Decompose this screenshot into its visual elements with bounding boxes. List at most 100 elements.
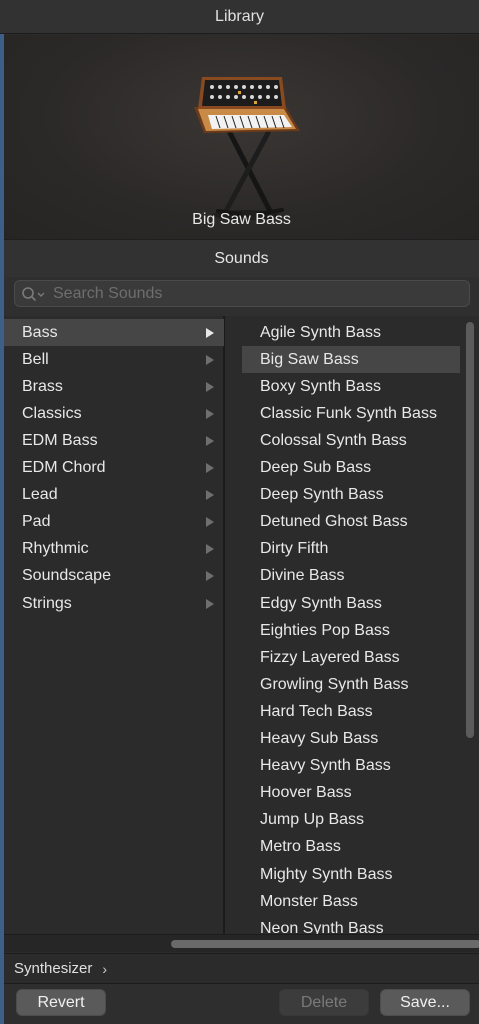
patch-item[interactable]: Mighty Synth Bass — [242, 861, 460, 888]
breadcrumb-label[interactable]: Synthesizer — [14, 960, 92, 977]
category-item[interactable]: Strings — [4, 590, 224, 617]
triangle-right-icon — [206, 463, 214, 473]
category-item[interactable]: Rhythmic — [4, 536, 224, 563]
patch-label: Big Saw Bass — [260, 350, 359, 368]
triangle-right-icon — [206, 354, 214, 365]
category-label: Bass — [22, 323, 58, 341]
category-label: Lead — [22, 486, 58, 504]
category-item[interactable]: Pad — [4, 509, 224, 536]
patch-label: Edgy Synth Bass — [260, 594, 382, 612]
patch-item[interactable]: Jump Up Bass — [242, 807, 460, 834]
triangle-right-icon — [206, 408, 214, 419]
patch-label: Monster Bass — [260, 892, 358, 910]
patch-item[interactable]: Monster Bass — [242, 888, 460, 915]
category-item[interactable]: Brass — [4, 373, 224, 400]
category-list: Bass Bell Brass Classics EDM Bass EDM Chord Le… — [4, 316, 224, 934]
horizontal-scroll-track — [4, 934, 479, 952]
triangle-right-icon — [206, 517, 214, 528]
delete-button[interactable]: Delete — [279, 989, 369, 1016]
category-item[interactable]: Soundscape — [4, 563, 224, 590]
patch-preview: Big Saw Bass — [4, 35, 479, 239]
patch-label: Neon Synth Bass — [260, 919, 384, 934]
category-label: EDM Bass — [22, 431, 98, 449]
patch-item[interactable]: Classic Funk Synth Bass — [242, 400, 460, 427]
patch-item[interactable]: Eighties Pop Bass — [242, 617, 460, 644]
chevron-right-icon: › — [102, 960, 108, 977]
patch-item[interactable]: Deep Sub Bass — [242, 455, 460, 482]
library-title: Library — [0, 0, 479, 34]
sounds-header: Sounds — [4, 239, 479, 277]
patch-label: Heavy Sub Bass — [260, 730, 379, 747]
patch-item[interactable]: Boxy Synth Bass — [242, 373, 460, 400]
patch-label: Jump Up Bass — [260, 811, 365, 829]
search-bar — [4, 277, 479, 316]
patch-item[interactable]: Deep Synth Bass — [242, 482, 460, 509]
patch-label: Classic Funk Synth Bass — [260, 404, 437, 422]
patch-item[interactable]: Big Saw Bass — [242, 346, 460, 374]
patch-label: Mighty Synth Bass — [260, 865, 393, 883]
triangle-right-icon — [206, 571, 214, 582]
category-label: Rhythmic — [22, 540, 89, 558]
triangle-right-icon — [206, 381, 214, 392]
patch-item[interactable]: Agile Synth Bass — [242, 319, 460, 346]
patch-list: Agile Synth Bass Big Saw Bass Boxy Synth B… — [225, 316, 479, 934]
category-item[interactable]: EDM Bass — [4, 427, 224, 454]
selected-patch-name: Big Saw Bass — [192, 211, 291, 228]
patch-item[interactable]: Dirty Fifth — [242, 536, 460, 563]
patch-label: Hoover Bass — [260, 784, 352, 802]
triangle-right-icon — [206, 490, 214, 501]
category-label: Pad — [22, 513, 51, 531]
sounds-title: Sounds — [214, 249, 269, 267]
patch-label: Deep Synth Bass — [260, 486, 384, 504]
category-item[interactable]: Bell — [4, 346, 224, 373]
patch-label: Fizzy Layered Bass — [260, 648, 400, 666]
window-title: Library — [215, 7, 264, 25]
save-button[interactable]: Save... — [380, 989, 470, 1016]
patch-label: Detuned Ghost Bass — [260, 513, 408, 531]
search-icon[interactable] — [21, 286, 49, 302]
category-label: Strings — [22, 594, 72, 612]
category-label: Bell — [22, 350, 49, 368]
patch-item[interactable]: Hoover Bass — [242, 780, 460, 807]
patch-label: Metro Bass — [260, 838, 341, 856]
patch-label: Deep Sub Bass — [260, 459, 372, 476]
patch-label: Divine Bass — [260, 567, 345, 585]
patch-item[interactable]: Heavy Synth Bass — [242, 753, 460, 780]
triangle-right-icon — [206, 327, 214, 338]
analog-synthesizer-icon — [194, 77, 300, 220]
triangle-right-icon — [206, 598, 214, 609]
patch-item[interactable]: Heavy Sub Bass — [242, 726, 460, 753]
search-input[interactable] — [53, 284, 433, 303]
revert-button[interactable]: Revert — [16, 989, 106, 1016]
breadcrumb[interactable]: Synthesizer › — [4, 953, 479, 983]
patch-item[interactable]: Divine Bass — [242, 563, 460, 590]
triangle-right-icon — [206, 435, 214, 446]
patch-list-scrollbar[interactable] — [466, 322, 474, 738]
patch-label: Growling Synth Bass — [260, 675, 409, 693]
category-item[interactable]: Bass — [4, 319, 224, 346]
footer-bar: Revert Delete Save... — [4, 983, 479, 1024]
patch-label: Boxy Synth Bass — [260, 377, 381, 395]
patch-item[interactable]: Detuned Ghost Bass — [242, 509, 460, 536]
category-label: Soundscape — [22, 567, 111, 585]
patch-label: Eighties Pop Bass — [260, 621, 390, 639]
patch-item[interactable]: Metro Bass — [242, 834, 460, 861]
category-item[interactable]: Classics — [4, 400, 224, 427]
patch-label: Hard Tech Bass — [260, 702, 373, 720]
patch-item[interactable]: Neon Synth Bass — [242, 915, 460, 934]
category-label: Brass — [22, 377, 63, 395]
triangle-right-icon — [206, 544, 214, 555]
horizontal-scrollbar[interactable] — [171, 940, 479, 948]
category-item[interactable]: EDM Chord — [4, 455, 224, 482]
patch-item[interactable]: Growling Synth Bass — [242, 671, 460, 698]
patch-item[interactable]: Edgy Synth Bass — [242, 590, 460, 617]
patch-label: Heavy Synth Bass — [260, 757, 391, 775]
category-label: Classics — [22, 404, 82, 422]
patch-label: Colossal Synth Bass — [260, 431, 407, 449]
patch-item[interactable]: Fizzy Layered Bass — [242, 644, 460, 671]
patch-item[interactable]: Hard Tech Bass — [242, 698, 460, 725]
search-field[interactable] — [14, 280, 470, 307]
patch-label: Dirty Fifth — [260, 540, 329, 558]
patch-item[interactable]: Colossal Synth Bass — [242, 427, 460, 454]
category-item[interactable]: Lead — [4, 482, 224, 509]
